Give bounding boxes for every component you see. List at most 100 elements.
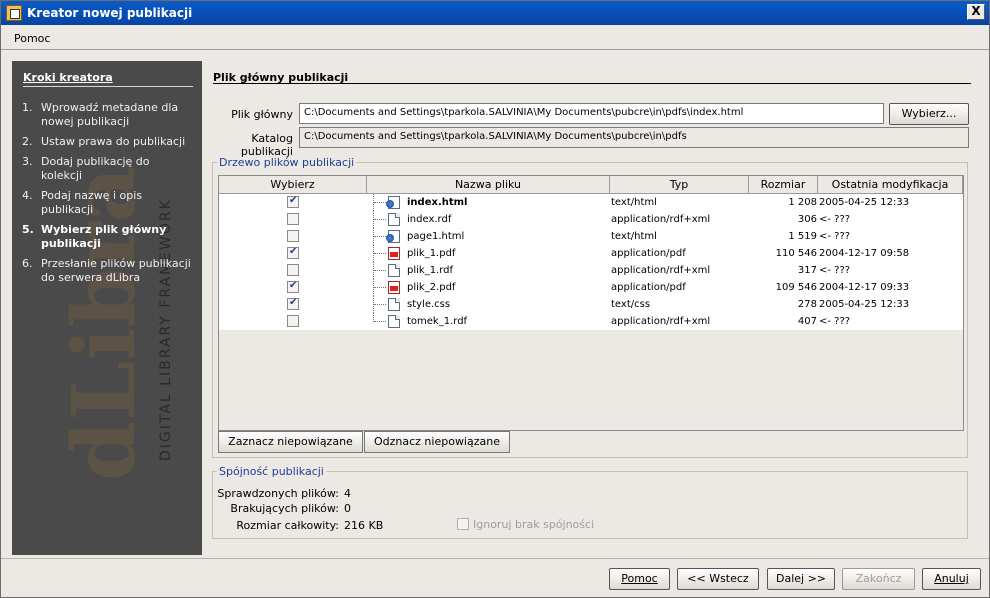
cancel-button[interactable]: Anuluj [922,568,981,590]
select-checkbox[interactable] [287,230,299,242]
back-button-label: << Wstecz [687,572,749,585]
back-button[interactable]: << Wstecz [677,568,759,590]
file-modified: <- ??? [819,214,851,225]
ignore-consistency-checkbox[interactable] [457,518,469,530]
tree-connector [374,287,386,288]
col-header-size[interactable]: Rozmiar [749,176,818,194]
file-name: plik_1.rdf [407,265,454,276]
col-header-modified[interactable]: Ostatnia modyfikacja [818,176,963,194]
menu-divider [1,49,989,50]
select-checkbox[interactable] [287,213,299,225]
mark-unlinked-button[interactable]: Zaznacz niepowiązane [218,431,363,453]
col-header-type[interactable]: Typ [610,176,749,194]
tree-connector [374,321,386,322]
col-header-select[interactable]: Wybierz [219,176,367,194]
file-tree-legend: Drzewo plików publikacji [219,156,355,169]
menu-item-help[interactable]: Pomoc [14,32,50,45]
file-size: 1 208 [788,197,817,208]
file-table: Wybierz Nazwa pliku Typ Rozmiar Ostatnia… [218,175,964,431]
document-icon [388,315,400,328]
step-label: Podaj nazwę i opis publikacji [41,189,143,216]
file-name: plik_2.pdf [407,282,456,293]
table-row[interactable]: index.rdf application/rdf+xml 306 <- ??? [219,211,963,228]
table-row[interactable]: index.html text/html 1 2082005-04-25 12:33 [219,194,963,211]
step-item: 2. Ustaw prawa do publikacji [22,135,192,149]
unmark-unlinked-button[interactable]: Odznacz niepowiązane [364,431,510,453]
main-file-label: Plik główny [231,108,293,121]
next-button[interactable]: Dalej >> [767,568,835,590]
file-name: index.html [407,197,468,208]
cancel-button-label: Anuluj [934,572,969,585]
select-checkbox[interactable] [287,280,299,293]
file-type: text/html [611,231,657,242]
step-label: Ustaw prawa do publikacji [41,135,186,148]
select-checkbox[interactable] [287,297,299,310]
help-button[interactable]: Pomoc [609,568,670,590]
browse-button[interactable]: Wybierz... [889,103,969,125]
title-divider [213,83,971,84]
document-icon [388,264,400,277]
table-row[interactable]: tomek_1.rdf application/rdf+xml 407 <- ??? [219,313,963,330]
document-icon [388,213,400,226]
file-name: style.css [407,299,451,310]
select-checkbox[interactable] [287,246,299,259]
file-type: application/rdf+xml [611,265,711,276]
file-modified: <- ??? [819,231,851,242]
file-size: 110 546 [775,248,817,259]
step-number: 5. [22,223,34,236]
file-size: 278 [797,299,817,310]
file-type: application/pdf [611,248,686,259]
total-size-value: 216 KB [344,519,384,532]
finish-button-label: Zakończ [855,572,902,585]
step-item: 6. Przesłanie plików publikacji do serwer… [22,257,192,285]
window-title: Kreator nowej publikacji [27,6,193,20]
web-page-icon [386,230,400,243]
steps-list: 1. Wprowadź metadane dla nowej publikacji… [22,101,192,291]
step-item: 4. Podaj nazwę i opis publikacji [22,189,192,217]
help-button-label: Pomoc [621,572,658,585]
step-label: Wprowadź metadane dla nowej publikacji [41,101,179,128]
select-checkbox[interactable] [287,264,299,276]
tree-connector [374,219,386,220]
step-label: Przesłanie plików publikacji do serwera … [41,257,191,284]
step-number: 4. [22,189,33,202]
close-button[interactable]: X [967,4,985,20]
ignore-consistency-label: Ignoruj brak spójności [473,518,595,531]
step-number: 6. [22,257,33,270]
table-row[interactable]: plik_1.rdf application/rdf+xml 317 <- ??? [219,262,963,279]
consistency-legend: Spójność publikacji [219,465,324,478]
missing-files-value: 0 [344,502,351,515]
select-checkbox[interactable] [287,315,299,327]
missing-files-label: Brakujących plików: [230,502,339,515]
file-modified: 2004-12-17 09:58 [819,248,910,259]
file-modified: <- ??? [819,316,851,327]
wizard-steps-panel: DIGITAL LIBRARY FRAMEWORK dLibra Kroki k… [12,61,202,555]
file-size: 317 [797,265,817,276]
wizard-window: Kreator nowej publikacji X Pomoc DIGITAL… [0,0,990,598]
table-row[interactable]: plik_1.pdf application/pdf 110 5462004-12-… [219,245,963,262]
step-item: 3. Dodaj publikację do kolekcji [22,155,192,183]
tree-connector [374,236,386,237]
file-modified: 2005-04-25 12:33 [819,197,910,208]
file-modified: 2005-04-25 12:33 [819,299,910,310]
table-row[interactable]: style.css text/css 2782005-04-25 12:33 [219,296,963,313]
checked-files-value: 4 [344,487,351,500]
select-checkbox[interactable] [287,195,299,208]
step-number: 1. [22,101,33,114]
table-row[interactable]: plik_2.pdf application/pdf 109 5462004-12-… [219,279,963,296]
col-header-filename[interactable]: Nazwa pliku [367,176,610,194]
file-type: application/pdf [611,282,686,293]
title-bar[interactable]: Kreator nowej publikacji X [1,1,989,25]
finish-button[interactable]: Zakończ [842,568,915,590]
file-modified: 2004-12-17 09:33 [819,282,910,293]
steps-heading: Kroki kreatora [23,71,193,87]
file-modified: <- ??? [819,265,851,276]
file-type: application/rdf+xml [611,316,711,327]
main-file-field[interactable]: C:\Documents and Settings\tparkola.SALVI… [299,103,884,124]
file-size: 306 [797,214,817,225]
total-size-label: Rozmiar całkowity: [236,519,339,532]
table-row[interactable]: page1.html text/html 1 519 <- ??? [219,228,963,245]
tree-connector [374,253,386,254]
step-number: 3. [22,155,33,168]
tree-connector [374,270,386,271]
